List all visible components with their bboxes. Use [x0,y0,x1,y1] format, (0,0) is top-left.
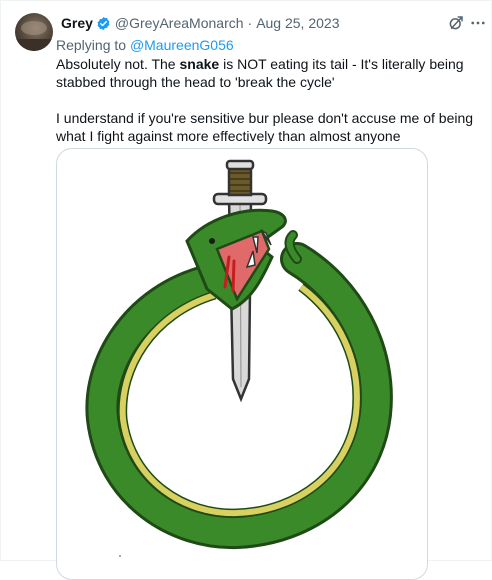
tweet-header: Grey @GreyAreaMonarch · Aug 25, 2023 [61,14,339,32]
tweet-paragraph-2: I understand if you're sensitive bur ple… [56,110,474,144]
replying-to-mention[interactable]: @MaureenG056 [130,37,234,53]
grok-icon[interactable] [447,14,465,32]
replying-to-line: Replying to @MaureenG056 [56,37,234,53]
author-name[interactable]: Grey [61,15,93,31]
author-handle[interactable]: @GreyAreaMonarch [115,15,244,31]
tweet-text: Absolutely not. The snake is NOT eating … [56,55,488,145]
tweet-date[interactable]: Aug 25, 2023 [256,15,339,31]
avatar-sky [21,21,47,35]
avatar-hill [15,39,53,51]
tweet-paragraph-1: Absolutely not. The snake is NOT eating … [56,55,488,91]
separator-dot: · [247,15,253,31]
paragraph1-pre: Absolutely not. The [56,56,180,72]
more-icon[interactable] [469,14,487,32]
replying-prefix: Replying to [56,37,127,53]
tweet-card[interactable]: Grey @GreyAreaMonarch · Aug 25, 2023 Rep… [0,0,492,580]
paragraph1-bold: snake [179,56,220,72]
avatar[interactable] [15,13,53,51]
verified-badge-icon [96,16,111,31]
snake-dagger-illustration [85,159,393,550]
image-speck [119,555,121,557]
tweet-media-image[interactable] [56,148,428,580]
